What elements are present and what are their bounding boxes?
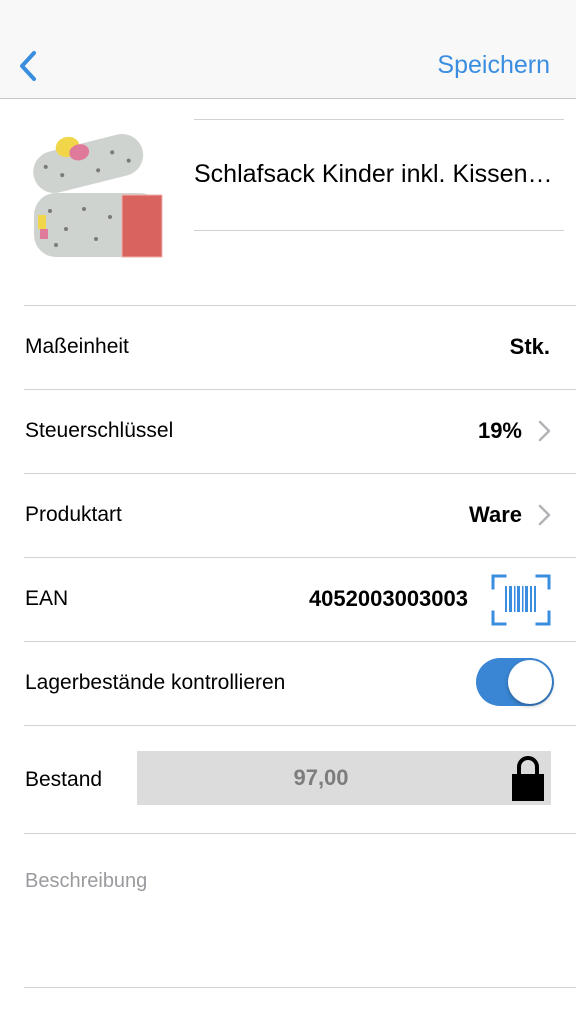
stock-label: Bestand bbox=[25, 768, 103, 791]
product-image[interactable] bbox=[26, 121, 163, 261]
save-button[interactable]: Speichern bbox=[437, 48, 550, 82]
tax-value: 19% bbox=[477, 418, 522, 443]
divider bbox=[24, 725, 576, 726]
divider bbox=[194, 230, 564, 231]
tax-label: Steuerschlüssel bbox=[25, 419, 174, 442]
stock-control-label: Lagerbestände kontrollieren bbox=[25, 671, 286, 694]
back-button[interactable] bbox=[18, 44, 58, 88]
unit-label: Maßeinheit bbox=[25, 335, 129, 358]
stock-field: 97,00 bbox=[137, 751, 551, 805]
unit-row: Maßeinheit Stk. bbox=[0, 305, 576, 389]
divider bbox=[24, 557, 576, 558]
ean-label: EAN bbox=[25, 587, 69, 610]
chevron-left-icon bbox=[20, 51, 36, 81]
stock-row: Bestand 97,00 bbox=[0, 725, 576, 833]
ean-value[interactable]: 4052003003003 bbox=[309, 557, 468, 641]
chevron-right-icon bbox=[538, 420, 551, 442]
description-field[interactable]: Beschreibung bbox=[25, 870, 147, 893]
product-type-value: Ware bbox=[469, 502, 522, 527]
navigation-bar: Speichern bbox=[0, 0, 576, 99]
barcode-scan-icon[interactable] bbox=[491, 574, 551, 626]
product-type-row[interactable]: Produktart Ware bbox=[0, 473, 576, 557]
product-header: Schlafsack Kinder inkl. Kissen… bbox=[0, 99, 576, 305]
product-type-label: Produktart bbox=[25, 503, 122, 526]
divider bbox=[194, 119, 564, 120]
divider bbox=[24, 987, 576, 988]
stock-control-toggle[interactable] bbox=[476, 658, 554, 706]
chevron-right-icon bbox=[538, 504, 551, 526]
tax-row[interactable]: Steuerschlüssel 19% bbox=[0, 389, 576, 473]
lock-icon bbox=[512, 756, 544, 801]
stock-control-row: Lagerbestände kontrollieren bbox=[0, 641, 576, 725]
stock-value: 97,00 bbox=[293, 765, 349, 790]
ean-row: EAN 4052003003003 bbox=[0, 557, 576, 641]
divider-row bbox=[0, 833, 576, 834]
divider bbox=[24, 833, 576, 834]
unit-value[interactable]: Stk. bbox=[510, 305, 550, 389]
product-title[interactable]: Schlafsack Kinder inkl. Kissen… bbox=[194, 157, 564, 191]
toggle-knob bbox=[508, 660, 552, 704]
